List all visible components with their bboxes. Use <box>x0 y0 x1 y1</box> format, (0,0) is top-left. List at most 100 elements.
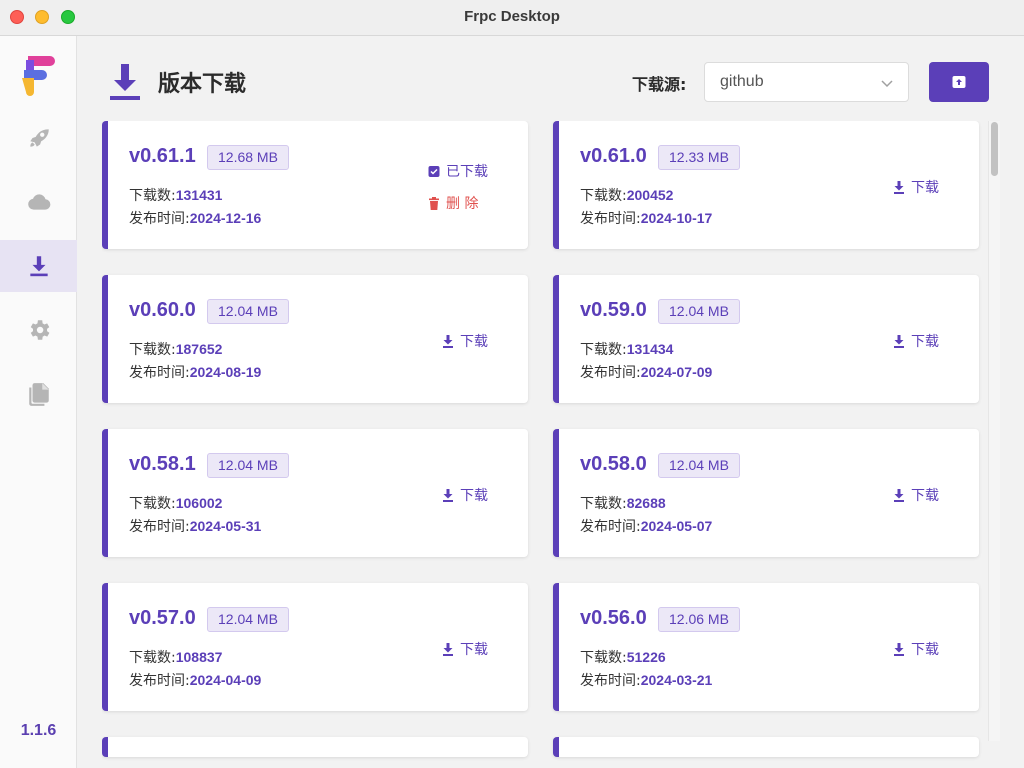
checkbox-checked-icon <box>428 165 440 177</box>
nav-item-download[interactable] <box>0 240 77 292</box>
download-button[interactable]: 下载 <box>442 485 488 505</box>
nav-item-settings[interactable] <box>0 304 77 356</box>
publish-date: 2024-04-09 <box>189 672 262 688</box>
publish-date-label: 发布时间: <box>129 365 190 381</box>
download-button[interactable]: 下载 <box>442 639 488 659</box>
download-button[interactable]: 下载 <box>893 177 939 197</box>
download-count: 200452 <box>626 187 674 203</box>
version-list: v0.61.1 12.68 MB 下载数:131431 发布时间:2024-12… <box>102 121 982 768</box>
publish-date-row: 发布时间:2024-08-19 <box>129 362 261 382</box>
download-icon <box>894 180 904 194</box>
publish-date-label: 发布时间: <box>580 211 641 227</box>
downloaded-label: 已下载 <box>446 164 488 180</box>
download-count-label: 下载数: <box>129 496 176 512</box>
download-label: 下载 <box>911 642 939 658</box>
publish-date-label: 发布时间: <box>129 673 190 689</box>
scrollbar-thumb[interactable] <box>991 122 998 176</box>
sidebar: 1.1.6 <box>0 36 77 768</box>
page-title: 版本下载 <box>158 72 247 97</box>
version-card: v0.61.0 12.33 MB 下载数:200452 发布时间:2024-10… <box>553 121 979 249</box>
title-bar: Frpc Desktop <box>0 0 1024 36</box>
download-count: 108837 <box>175 649 223 665</box>
app-window: Frpc Desktop 1.1.6 版本下载 下载源: github v0.6… <box>0 0 1024 768</box>
download-count-label: 下载数: <box>580 496 627 512</box>
download-label: 下载 <box>911 334 939 350</box>
download-count-row: 下载数:82688 <box>580 493 666 513</box>
version-card: v0.61.1 12.68 MB 下载数:131431 发布时间:2024-12… <box>102 121 528 249</box>
version-card: v0.59.0 12.04 MB 下载数:131434 发布时间:2024-07… <box>553 275 979 403</box>
chevron-down-icon <box>881 80 893 88</box>
publish-date-label: 发布时间: <box>129 211 190 227</box>
publish-date-row: 发布时间:2024-03-21 <box>580 670 712 690</box>
download-label: 下载 <box>911 180 939 196</box>
version-card: v0.58.0 12.04 MB 下载数:82688 发布时间:2024-05-… <box>553 429 979 557</box>
version-number: v0.61.1 <box>129 145 196 167</box>
delete-button[interactable]: 删 除 <box>428 193 478 213</box>
download-count-row: 下载数:106002 <box>129 493 222 513</box>
app-version: 1.1.6 <box>20 722 57 739</box>
publish-date-label: 发布时间: <box>580 673 641 689</box>
download-label: 下载 <box>460 642 488 658</box>
main-content: 版本下载 下载源: github v0.61.1 12.68 MB 下载数:13… <box>78 36 1024 768</box>
download-button[interactable]: 下载 <box>893 639 939 659</box>
nav-item-rocket[interactable] <box>0 112 77 164</box>
download-icon <box>443 642 453 656</box>
version-number: v0.61.0 <box>580 145 647 167</box>
download-count-label: 下载数: <box>129 342 176 358</box>
version-number: v0.58.0 <box>580 453 647 475</box>
publish-date: 2024-07-09 <box>640 364 713 380</box>
download-count-row: 下载数:51226 <box>580 647 666 667</box>
download-count: 187652 <box>175 341 223 357</box>
version-card: v0.60.0 12.04 MB 下载数:187652 发布时间:2024-08… <box>102 275 528 403</box>
size-badge: 12.33 MB <box>658 145 740 170</box>
download-icon <box>110 64 140 100</box>
download-count-label: 下载数: <box>580 650 627 666</box>
publish-date: 2024-05-31 <box>189 518 262 534</box>
size-badge: 12.04 MB <box>207 607 289 632</box>
source-select-value: github <box>720 73 764 90</box>
download-count-label: 下载数: <box>129 188 176 204</box>
download-count-row: 下载数:187652 <box>129 339 222 359</box>
import-button[interactable] <box>929 62 989 102</box>
version-card: v0.57.0 12.04 MB 下载数:108837 发布时间:2024-04… <box>102 583 528 711</box>
source-label: 下载源: <box>632 75 687 94</box>
download-count-row: 下载数:131431 <box>129 185 222 205</box>
scrollbar[interactable] <box>988 121 1000 741</box>
publish-date: 2024-10-17 <box>640 210 713 226</box>
download-count: 51226 <box>626 649 666 665</box>
download-count: 82688 <box>626 495 666 511</box>
publish-date-row: 发布时间:2024-05-07 <box>580 516 712 536</box>
download-button[interactable]: 下载 <box>893 331 939 351</box>
version-number: v0.56.0 <box>580 607 647 629</box>
nav-item-cloud[interactable] <box>0 176 77 228</box>
size-badge: 12.04 MB <box>658 453 740 478</box>
files-icon <box>28 383 49 406</box>
download-button[interactable]: 下载 <box>893 485 939 505</box>
rocket-icon <box>29 129 49 147</box>
gear-icon <box>30 320 49 340</box>
publish-date-label: 发布时间: <box>580 365 641 381</box>
version-number: v0.59.0 <box>580 299 647 321</box>
publish-date-row: 发布时间:2024-10-17 <box>580 208 712 228</box>
publish-date-row: 发布时间:2024-07-09 <box>580 362 712 382</box>
window-title: Frpc Desktop <box>464 8 560 25</box>
download-icon <box>443 488 453 502</box>
nav-item-logs[interactable] <box>0 368 77 420</box>
trash-icon <box>429 196 439 210</box>
version-card <box>553 737 979 757</box>
download-label: 下载 <box>460 488 488 504</box>
download-count: 106002 <box>175 495 223 511</box>
cloud-icon <box>27 194 50 210</box>
download-icon <box>894 642 904 656</box>
publish-date: 2024-03-21 <box>640 672 713 688</box>
download-icon <box>443 334 453 348</box>
download-icon <box>894 488 904 502</box>
size-badge: 12.04 MB <box>658 299 740 324</box>
download-count: 131431 <box>175 187 223 203</box>
source-select[interactable]: github <box>704 62 909 102</box>
size-badge: 12.06 MB <box>658 607 740 632</box>
download-count-label: 下载数: <box>580 188 627 204</box>
download-label: 下载 <box>911 488 939 504</box>
download-button[interactable]: 下载 <box>442 331 488 351</box>
publish-date-row: 发布时间:2024-12-16 <box>129 208 261 228</box>
